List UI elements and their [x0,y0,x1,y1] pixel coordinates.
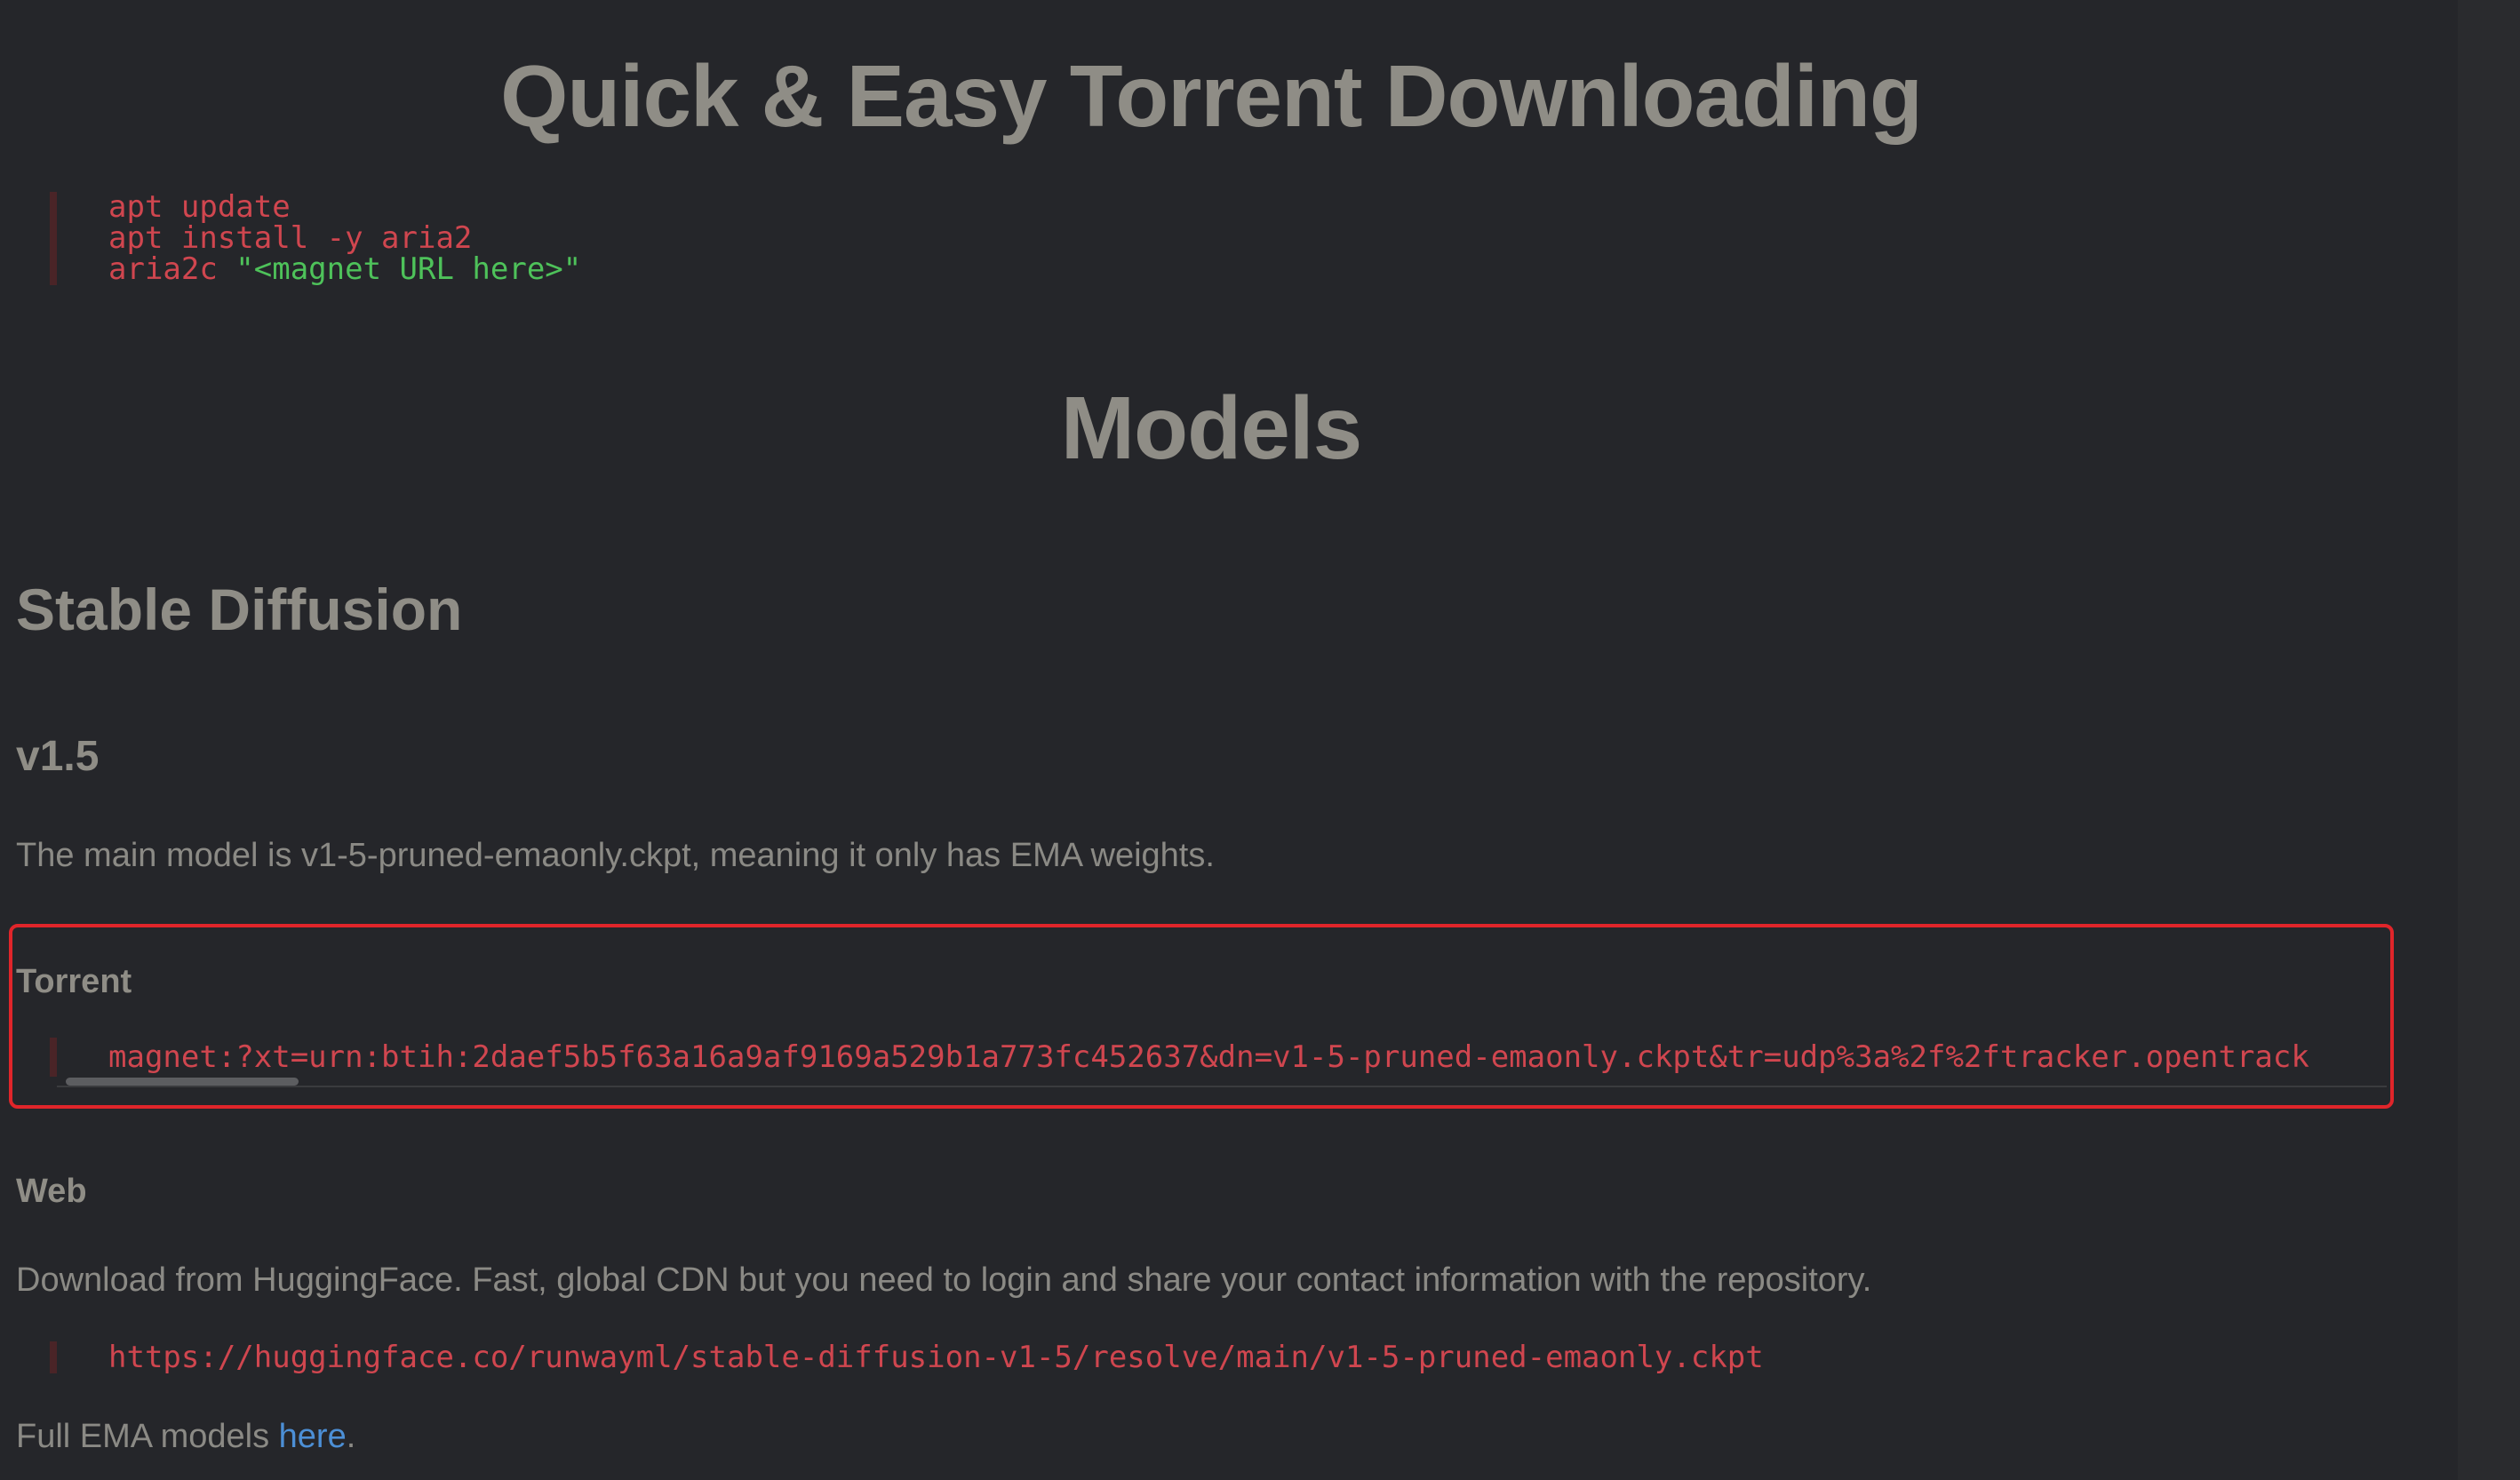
horizontal-scrollbar[interactable] [57,1077,2387,1087]
full-ema-prefix: Full EMA models [16,1418,279,1455]
code-line-aria2c-cmd: aria2c [108,251,236,287]
code-line-apt-update: apt update [108,189,291,225]
install-code-block[interactable]: apt update apt install -y aria2 aria2c "… [50,192,581,285]
huggingface-url-code-block[interactable]: https://huggingface.co/runwayml/stable-d… [50,1341,1764,1373]
version-heading: v1.5 [16,733,100,780]
models-heading: Models [1060,378,1362,478]
magnet-code-block[interactable]: magnet:?xt=urn:btih:2daef5b5f63a16a9af91… [50,1038,2387,1087]
full-ema-line: Full EMA models here. [16,1414,355,1459]
full-ema-suffix: . [346,1418,356,1455]
full-ema-here-link[interactable]: here [279,1418,347,1455]
torrent-label: Torrent [16,963,132,1000]
stable-diffusion-heading: Stable Diffusion [16,577,463,642]
right-gutter-panel [2458,0,2520,1480]
model-description: The main model is v1-5-pruned-emaonly.ck… [16,837,1215,874]
code-line-apt-install: apt install -y aria2 [108,220,473,256]
code-line-aria2c-arg: "<magnet URL here>" [235,251,582,287]
scrollbar-thumb[interactable] [66,1078,299,1086]
huggingface-url[interactable]: https://huggingface.co/runwayml/stable-d… [108,1340,1764,1375]
document-page: Quick & Easy Torrent Downloading apt upd… [0,0,2458,1480]
web-label: Web [16,1173,87,1210]
web-description: Download from HuggingFace. Fast, global … [16,1261,1872,1299]
page-title: Quick & Easy Torrent Downloading [500,47,1923,145]
magnet-link-code[interactable]: magnet:?xt=urn:btih:2daef5b5f63a16a9af91… [50,1038,2387,1077]
